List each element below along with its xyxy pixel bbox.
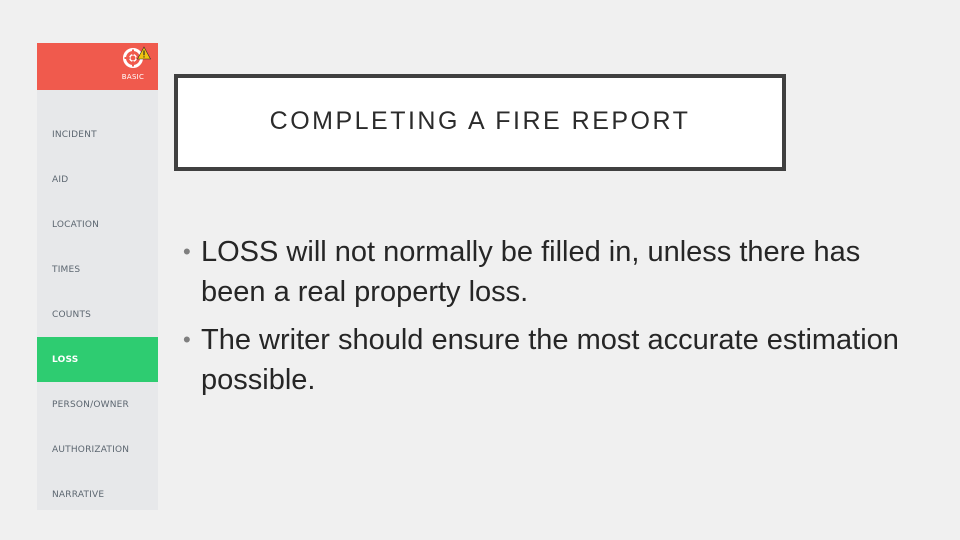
sidebar-item-label: LOCATION: [52, 219, 100, 230]
bullet-text: The writer should ensure the most accura…: [201, 324, 899, 396]
sidebar-item-label: LOSS: [52, 354, 79, 365]
sidebar-item-location[interactable]: LOCATION: [37, 202, 158, 247]
sidebar-item-person-owner[interactable]: PERSON/OWNER: [37, 382, 158, 427]
slide-title-box: COMPLETING A FIRE REPORT: [174, 74, 786, 171]
sidebar-item-label: NARRATIVE: [52, 489, 105, 500]
bullet-dot-icon: •: [183, 239, 191, 264]
slide-title: COMPLETING A FIRE REPORT: [269, 107, 691, 135]
sidebar-item-incident[interactable]: INCIDENT: [37, 112, 158, 157]
sidebar-item-aid[interactable]: AID: [37, 157, 158, 202]
bullet-dot-icon: •: [183, 327, 191, 352]
sidebar-header-label: BASIC: [121, 73, 145, 81]
sidebar-item-narrative[interactable]: NARRATIVE: [37, 472, 158, 517]
bullet-text: LOSS will not normally be filled in, unl…: [201, 236, 861, 308]
sidebar-item-times[interactable]: TIMES: [37, 247, 158, 292]
sidebar-item-label: AUTHORIZATION: [52, 444, 130, 455]
sidebar-nav: BASIC INCIDENT AID LOCATION TIMES COUNTS…: [37, 43, 158, 510]
sidebar-item-authorization[interactable]: AUTHORIZATION: [37, 427, 158, 472]
sidebar-item-label: PERSON/OWNER: [52, 399, 129, 410]
sidebar-item-counts[interactable]: COUNTS: [37, 292, 158, 337]
sidebar-item-label: INCIDENT: [52, 129, 97, 140]
bullet-list: • LOSS will not normally be filled in, u…: [183, 232, 903, 408]
sidebar-header-basic[interactable]: BASIC: [37, 43, 158, 90]
sidebar-item-label: AID: [52, 174, 69, 185]
sidebar-item-label: COUNTS: [52, 309, 92, 320]
lifebuoy-warning-icon: [123, 46, 151, 68]
sidebar-item-loss[interactable]: LOSS: [37, 337, 158, 382]
bullet-item: • The writer should ensure the most accu…: [183, 320, 903, 400]
sidebar-item-label: TIMES: [52, 264, 81, 275]
bullet-item: • LOSS will not normally be filled in, u…: [183, 232, 903, 312]
